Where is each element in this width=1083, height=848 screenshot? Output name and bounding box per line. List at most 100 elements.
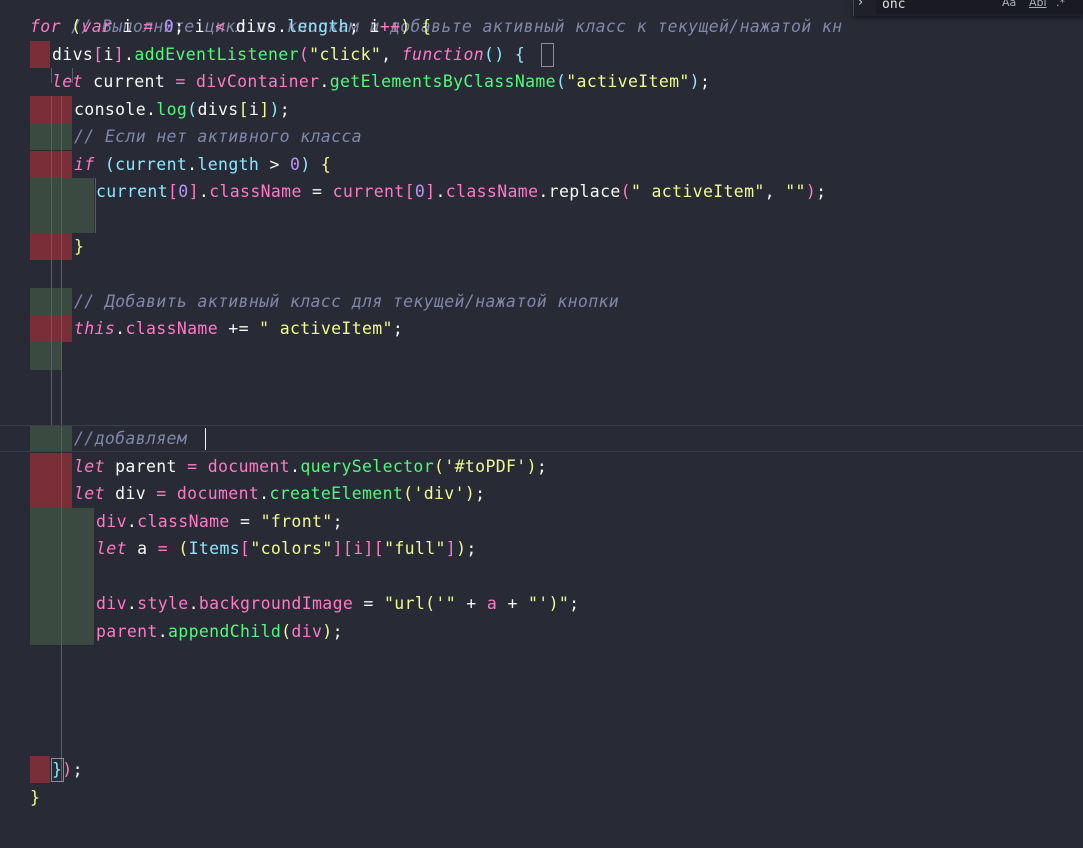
variable-token: document bbox=[176, 484, 260, 503]
code-line[interactable]: let parent = document.querySelector('#to… bbox=[74, 453, 547, 480]
bracket-token: [ bbox=[240, 539, 251, 558]
code-editor[interactable]: // Выполните цикл по кнопкам и добавьте … bbox=[0, 0, 1083, 848]
paren-token: ( bbox=[281, 622, 292, 641]
variable-token: i bbox=[353, 539, 364, 558]
code-token: , bbox=[381, 45, 402, 64]
string-token: "activeItem" bbox=[566, 72, 690, 91]
code-token: . bbox=[290, 457, 301, 476]
string-token: "click" bbox=[309, 45, 382, 64]
code-line[interactable]: // Выполните цикл по кнопкам и добавьте … bbox=[30, 0, 842, 36]
code-token: . bbox=[124, 45, 135, 64]
variable-token: Items bbox=[188, 539, 241, 558]
indent-highlight bbox=[30, 178, 94, 233]
variable-token: current bbox=[332, 182, 405, 201]
comment-text: // Если нет активного класса bbox=[74, 127, 362, 146]
regex-toggle[interactable]: .* bbox=[1056, 0, 1065, 9]
string-token: "full" bbox=[384, 539, 446, 558]
string-token: "url('" bbox=[384, 594, 456, 613]
code-token: ; bbox=[699, 72, 711, 91]
variable-token: a bbox=[486, 594, 498, 613]
code-line[interactable]: } bbox=[30, 784, 40, 811]
operator-token: ++ bbox=[379, 17, 401, 36]
code-line[interactable]: div.style.backgroundImage = "url('" + a … bbox=[96, 590, 579, 617]
code-line[interactable]: // Если нет активного класса bbox=[74, 123, 362, 150]
operator-token: = bbox=[187, 457, 198, 476]
string-token: " activeItem" bbox=[630, 182, 765, 201]
code-token: . bbox=[538, 182, 549, 201]
code-token: ; bbox=[536, 457, 548, 476]
indent-guide bbox=[51, 96, 52, 426]
brace-token: } bbox=[74, 237, 85, 256]
code-line[interactable]: //добавляем bbox=[74, 425, 197, 452]
paren-token: ( bbox=[620, 182, 631, 201]
code-token: ; bbox=[174, 17, 195, 36]
code-line[interactable]: if (current.length > 0) { bbox=[74, 151, 331, 178]
code-line[interactable]: current[0].className = current[0].classN… bbox=[96, 178, 826, 205]
paren-token: ) bbox=[464, 484, 476, 503]
code-line[interactable]: } bbox=[74, 233, 84, 260]
number-token: 0 bbox=[414, 182, 426, 201]
code-token: += bbox=[218, 319, 260, 338]
paren-token: ) bbox=[456, 539, 467, 558]
paren-token: ( bbox=[104, 155, 116, 174]
code-token: ; bbox=[279, 100, 291, 119]
code-token: ; bbox=[466, 539, 477, 558]
code-token: . bbox=[126, 512, 138, 531]
code-line[interactable]: this.className += " activeItem"; bbox=[74, 315, 403, 342]
code-line[interactable]: let a = (Items["colors"][i]["full"]); bbox=[96, 535, 477, 562]
code-token: . bbox=[115, 319, 126, 338]
paren-token: ) bbox=[494, 45, 505, 64]
find-input[interactable] bbox=[876, 0, 1083, 14]
code-token: + bbox=[456, 594, 487, 613]
operator-token: = bbox=[175, 72, 186, 91]
code-token: console bbox=[74, 100, 146, 119]
function-token: appendChild bbox=[168, 622, 282, 641]
code-token: . bbox=[435, 182, 446, 201]
code-line[interactable]: divs[i].addEventListener("click", functi… bbox=[52, 41, 525, 68]
property-token: length bbox=[287, 17, 349, 36]
code-line[interactable]: let div = document.createElement('div'); bbox=[74, 480, 485, 507]
code-token: i bbox=[369, 17, 380, 36]
match-case-toggle[interactable]: Aa bbox=[1002, 0, 1016, 9]
property-token: backgroundImage bbox=[198, 594, 354, 613]
code-token: + bbox=[497, 594, 529, 613]
paren-token: ) bbox=[269, 100, 280, 119]
code-token: divs bbox=[52, 45, 94, 64]
paren-token: ) bbox=[62, 760, 73, 779]
code-line[interactable]: parent.appendChild(div); bbox=[96, 618, 343, 645]
code-line[interactable]: }); bbox=[52, 756, 83, 783]
brace-token: { bbox=[514, 45, 526, 64]
keyword-token: let bbox=[52, 72, 83, 91]
code-token: . bbox=[319, 72, 330, 91]
code-line[interactable]: div.className = "front"; bbox=[96, 508, 343, 535]
keyword-token: let bbox=[74, 457, 105, 476]
text-cursor bbox=[205, 428, 206, 450]
brace-token: { bbox=[320, 155, 332, 174]
paren-token: ( bbox=[555, 72, 567, 91]
code-line[interactable]: let current = divContainer.getElementsBy… bbox=[52, 68, 710, 95]
paren-token: ( bbox=[71, 17, 82, 36]
chevron-right-icon[interactable]: › bbox=[858, 0, 863, 10]
keyword-token: let bbox=[74, 484, 105, 503]
find-widget: › Aa Abl .* bbox=[853, 0, 1083, 16]
code-token: ; bbox=[348, 17, 370, 36]
bracket-match-highlight bbox=[541, 43, 554, 67]
code-line[interactable]: for (var i = 0; i < divs.length; i++) { bbox=[30, 13, 431, 40]
code-token: a bbox=[126, 539, 158, 558]
code-token: > bbox=[259, 155, 291, 174]
paren-token: ) bbox=[322, 622, 333, 641]
variable-token: div bbox=[291, 622, 323, 641]
operator-token: = bbox=[156, 484, 167, 503]
whole-word-toggle[interactable]: Abl bbox=[1029, 0, 1047, 9]
variable-token: div bbox=[96, 512, 127, 531]
code-line[interactable]: // Добавить активный класс для текущей/н… bbox=[74, 288, 619, 315]
code-line[interactable]: console.log(divs[i]); bbox=[74, 96, 290, 123]
code-token: ; bbox=[392, 319, 404, 338]
code-token: divs bbox=[197, 100, 239, 119]
